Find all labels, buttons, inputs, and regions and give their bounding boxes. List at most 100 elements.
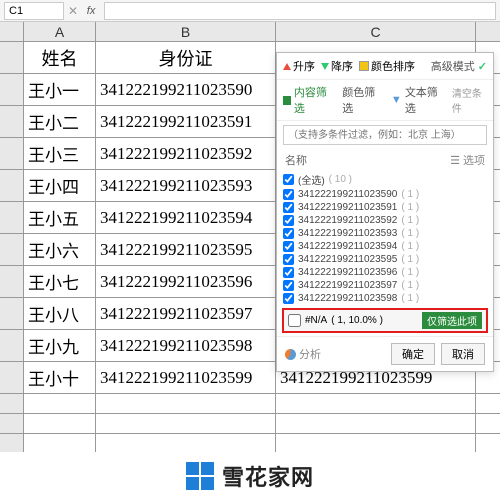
tab-text-filter[interactable]: ▼文本筛选 — [391, 84, 442, 116]
list-header-name: 名称 — [285, 152, 307, 168]
cell[interactable]: 王小九 — [24, 330, 96, 361]
row-header[interactable] — [0, 42, 24, 73]
cell[interactable]: 341222199211023592 — [96, 138, 276, 169]
cell[interactable] — [276, 414, 476, 433]
row-header[interactable] — [0, 234, 24, 265]
sort-asc-button[interactable]: 升序 — [283, 58, 315, 74]
arrow-down-icon — [321, 63, 329, 70]
ok-button[interactable]: 确定 — [391, 343, 435, 365]
tab-color-filter[interactable]: 颜色筛选 — [342, 84, 381, 116]
row-header[interactable] — [0, 394, 24, 413]
cell[interactable] — [24, 394, 96, 413]
cell[interactable]: 王小一 — [24, 74, 96, 105]
col-header-a[interactable]: A — [24, 22, 96, 41]
funnel-icon: ▼ — [391, 94, 402, 106]
formula-input[interactable] — [104, 2, 496, 20]
row-header[interactable] — [0, 434, 24, 453]
funnel-icon — [283, 96, 291, 105]
cell[interactable]: 王小二 — [24, 106, 96, 137]
cell[interactable]: 341222199211023594 — [96, 202, 276, 233]
fx-button[interactable]: fx — [82, 2, 100, 20]
cell[interactable]: 王小五 — [24, 202, 96, 233]
snowflake-logo-icon — [186, 462, 214, 490]
row-header[interactable] — [0, 138, 24, 169]
checkbox[interactable] — [283, 267, 294, 278]
cell[interactable]: 王小八 — [24, 298, 96, 329]
cell[interactable]: 341222199211023591 — [96, 106, 276, 137]
cell[interactable] — [96, 434, 276, 453]
watermark-footer: 雪花家网 — [0, 452, 500, 500]
row-header[interactable] — [0, 74, 24, 105]
row-header[interactable] — [0, 266, 24, 297]
select-all-corner[interactable] — [0, 22, 24, 41]
cell[interactable] — [96, 394, 276, 413]
three-line-icon: ☰ — [450, 155, 460, 167]
arrow-up-icon — [283, 63, 291, 70]
cancel-button[interactable]: 取消 — [441, 343, 485, 365]
row-header[interactable] — [0, 170, 24, 201]
select-all-checkbox[interactable]: (全选)( 10 ) — [283, 171, 487, 188]
col-header-b[interactable]: B — [96, 22, 276, 41]
filter-checkbox-item[interactable]: 341222199211023593( 1 ) — [283, 227, 487, 240]
list-options-link[interactable]: ☰ 选项 — [450, 152, 485, 168]
cell[interactable] — [24, 414, 96, 433]
header-cell-id[interactable]: 身份证 — [96, 42, 276, 73]
row-header[interactable] — [0, 106, 24, 137]
cell[interactable] — [24, 434, 96, 453]
filter-checkbox-item[interactable]: 341222199211023597( 1 ) — [283, 279, 487, 292]
analyze-button[interactable]: 分析 — [285, 346, 321, 362]
cell[interactable]: 341222199211023599 — [96, 362, 276, 393]
checkbox[interactable] — [283, 254, 294, 265]
filter-checkbox-item[interactable]: 341222199211023591( 1 ) — [283, 201, 487, 214]
row-header[interactable] — [0, 414, 24, 433]
row-header[interactable] — [0, 330, 24, 361]
pie-chart-icon — [285, 349, 296, 360]
cancel-icon[interactable]: ✕ — [68, 4, 78, 18]
cell[interactable] — [96, 414, 276, 433]
cell[interactable]: 王小七 — [24, 266, 96, 297]
row-header[interactable] — [0, 362, 24, 393]
cell[interactable]: 王小十 — [24, 362, 96, 393]
advanced-mode-toggle[interactable]: 高级模式✓ — [431, 58, 487, 74]
cell[interactable] — [276, 434, 476, 453]
check-icon: ✓ — [478, 60, 487, 73]
filter-panel: 升序 降序 颜色排序 高级模式✓ 内容筛选 颜色筛选 ▼文本筛选 清空条件 名称… — [276, 52, 494, 372]
filter-only-button[interactable]: 仅筛选此项 — [422, 312, 482, 329]
color-sort-button[interactable]: 颜色排序 — [359, 58, 415, 74]
checkbox[interactable] — [283, 189, 294, 200]
checkbox[interactable] — [283, 280, 294, 291]
cell[interactable]: 王小三 — [24, 138, 96, 169]
row-header[interactable] — [0, 298, 24, 329]
header-cell-name[interactable]: 姓名 — [24, 42, 96, 73]
highlighted-filter-item[interactable]: #N/A ( 1, 10.0% ) 仅筛选此项 — [282, 308, 488, 333]
filter-checkbox-item[interactable]: 341222199211023596( 1 ) — [283, 266, 487, 279]
cell[interactable]: 341222199211023590 — [96, 74, 276, 105]
cell[interactable]: 341222199211023597 — [96, 298, 276, 329]
row-header[interactable] — [0, 202, 24, 233]
cell[interactable]: 341222199211023598 — [96, 330, 276, 361]
filter-search-input[interactable] — [283, 125, 487, 145]
filter-checkbox-item[interactable]: 341222199211023594( 1 ) — [283, 240, 487, 253]
sort-desc-button[interactable]: 降序 — [321, 58, 353, 74]
clear-conditions-link[interactable]: 清空条件 — [452, 85, 487, 115]
checkbox[interactable] — [283, 215, 294, 226]
cell[interactable] — [276, 394, 476, 413]
checkbox[interactable] — [283, 241, 294, 252]
filter-checkbox-item[interactable]: 341222199211023595( 1 ) — [283, 253, 487, 266]
col-header-c[interactable]: C — [276, 22, 476, 41]
checkbox[interactable] — [283, 174, 294, 185]
filter-checkbox-item[interactable]: 341222199211023592( 1 ) — [283, 214, 487, 227]
filter-checkbox-item[interactable]: 341222199211023590( 1 ) — [283, 188, 487, 201]
tab-content-filter[interactable]: 内容筛选 — [283, 84, 332, 116]
checkbox[interactable] — [283, 293, 294, 304]
cell[interactable]: 341222199211023595 — [96, 234, 276, 265]
filter-checkbox-item[interactable]: 341222199211023598( 1 ) — [283, 292, 487, 305]
checkbox[interactable] — [288, 314, 301, 327]
checkbox[interactable] — [283, 202, 294, 213]
cell[interactable]: 341222199211023593 — [96, 170, 276, 201]
cell[interactable]: 王小四 — [24, 170, 96, 201]
checkbox[interactable] — [283, 228, 294, 239]
cell[interactable]: 341222199211023596 — [96, 266, 276, 297]
name-box[interactable] — [4, 2, 64, 20]
cell[interactable]: 王小六 — [24, 234, 96, 265]
